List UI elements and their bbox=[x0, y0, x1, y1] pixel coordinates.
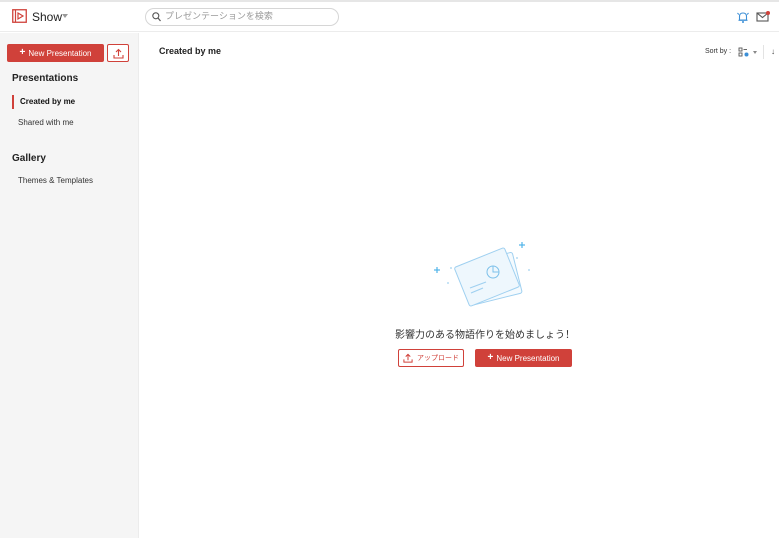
plus-icon: + bbox=[487, 352, 494, 363]
empty-state-message: 影響力のある物語作りを始めましょう！ bbox=[395, 330, 575, 341]
new-presentation-button[interactable]: + New Presentation bbox=[7, 44, 104, 62]
sort-options-icon[interactable] bbox=[738, 46, 750, 58]
search-input[interactable] bbox=[165, 10, 333, 24]
search-box[interactable] bbox=[145, 8, 339, 26]
sidebar-item-shared-with-me[interactable]: Shared with me bbox=[12, 116, 132, 130]
show-logo-icon[interactable] bbox=[12, 9, 27, 23]
sort-chevron-down-icon[interactable] bbox=[753, 51, 757, 54]
section-title-presentations: Presentations bbox=[12, 73, 79, 84]
empty-state-illustration bbox=[434, 242, 530, 307]
upload-button[interactable] bbox=[107, 44, 129, 62]
search-icon bbox=[152, 12, 161, 22]
app-header: Show bbox=[0, 2, 779, 32]
upload-icon bbox=[113, 48, 124, 59]
empty-state-upload-button[interactable]: アップロード bbox=[398, 349, 464, 367]
sidebar-item-themes-templates[interactable]: Themes & Templates bbox=[12, 174, 132, 188]
app-title[interactable]: Show bbox=[32, 10, 62, 24]
new-presentation-label: New Presentation bbox=[28, 48, 92, 58]
upload-label: アップロード bbox=[417, 354, 459, 362]
app-switcher-chevron-icon[interactable] bbox=[62, 14, 68, 18]
sort-by-label: Sort by : bbox=[705, 48, 732, 55]
upload-icon bbox=[403, 353, 413, 363]
sort-direction-button[interactable]: ↓ bbox=[763, 45, 775, 59]
plus-icon: + bbox=[19, 47, 26, 58]
empty-state-new-presentation-button[interactable]: + New Presentation bbox=[475, 349, 572, 367]
sidebar: + New Presentation Presentations Created… bbox=[0, 33, 139, 538]
mail-icon[interactable] bbox=[756, 10, 770, 24]
page-title: Created by me bbox=[159, 46, 222, 56]
section-title-gallery: Gallery bbox=[12, 153, 46, 164]
sidebar-item-created-by-me[interactable]: Created by me bbox=[12, 95, 132, 109]
new-presentation-label: New Presentation bbox=[496, 353, 560, 363]
bell-icon[interactable] bbox=[736, 10, 750, 24]
